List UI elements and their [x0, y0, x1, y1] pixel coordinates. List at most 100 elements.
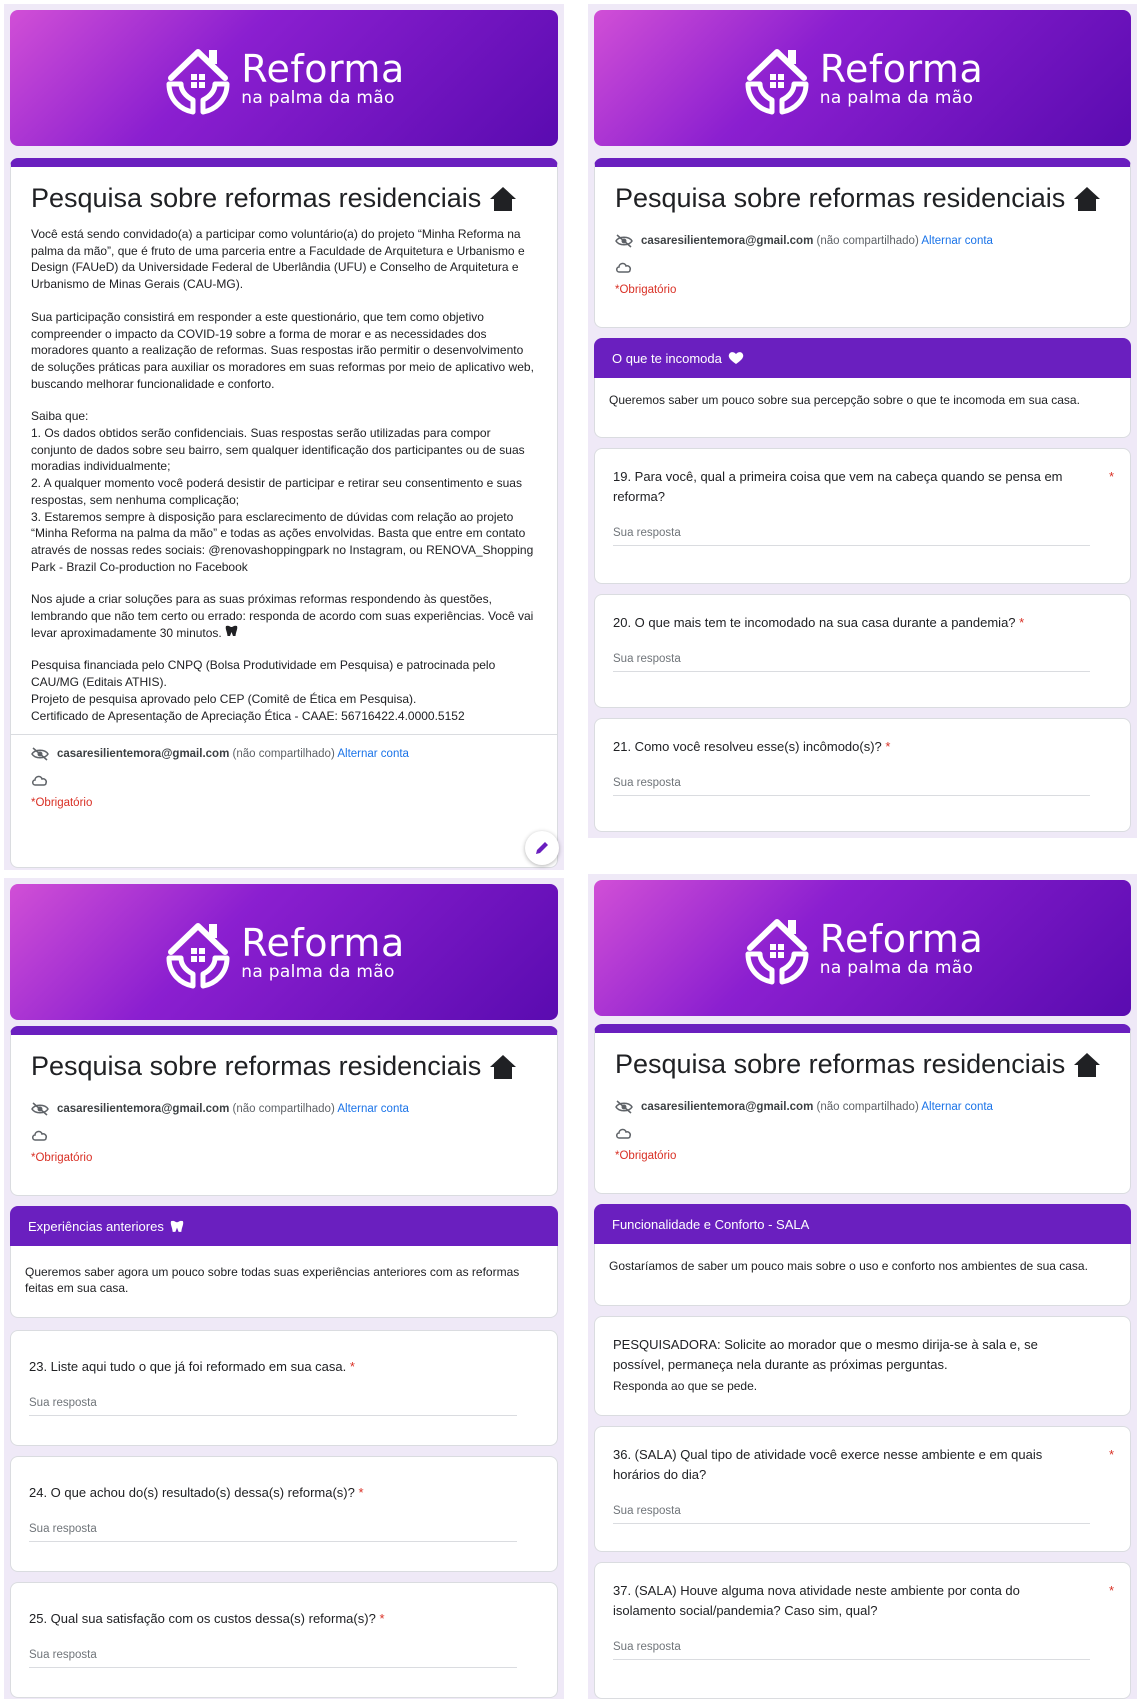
- answer-input-25[interactable]: Sua resposta: [29, 1649, 517, 1668]
- question-label: 25. Qual sua satisfação com os custos de…: [29, 1611, 385, 1626]
- answer-input-19[interactable]: Sua resposta: [613, 527, 1091, 546]
- account-email: casaresilientemora@gmail.com: [641, 235, 814, 247]
- question-label: 19. Para você, qual a primeira coisa que…: [613, 469, 1114, 504]
- form-title-card: Pesquisa sobre reformas residenciais Voc…: [10, 158, 558, 868]
- answer-input-37[interactable]: Sua resposta: [613, 1641, 1091, 1660]
- brand-title: Reforma: [819, 916, 984, 961]
- eye-off-icon: [31, 1102, 49, 1116]
- heart-icon: [728, 352, 744, 364]
- switch-account-link[interactable]: Alternar conta: [337, 1103, 409, 1115]
- form-title: Pesquisa sobre reformas residenciais: [595, 167, 1130, 214]
- brand-subtitle: na palma da mão: [241, 961, 395, 982]
- eye-off-icon: [615, 234, 633, 248]
- form-screenshot-intro: Reforma na palma da mão Pesquisa sobre re…: [4, 4, 564, 870]
- account-email: casaresilientemora@gmail.com: [57, 1103, 230, 1115]
- switch-account-link[interactable]: Alternar conta: [921, 235, 993, 247]
- question-label: 37. (SALA) Houve alguma nova atividade n…: [613, 1583, 1114, 1618]
- header-banner: Reforma na palma da mão: [594, 880, 1131, 1016]
- account-row: casaresilientemora@gmail.com (não compar…: [595, 214, 1130, 248]
- tooth-icon: [170, 1220, 184, 1232]
- brand-logo: Reforma na palma da mão: [742, 40, 983, 116]
- brand-subtitle: na palma da mão: [241, 87, 395, 108]
- house-icon: [490, 186, 517, 211]
- section-description: Queremos saber um pouco sobre sua percep…: [594, 378, 1131, 438]
- account-row: casaresilientemora@gmail.com (não compar…: [11, 1082, 557, 1116]
- account-email: casaresilientemora@gmail.com: [57, 748, 230, 761]
- question-card-19: 19. Para você, qual a primeira coisa que…: [594, 448, 1131, 584]
- house-icon: [1074, 1052, 1101, 1077]
- question-label: 20. O que mais tem te incomodado na sua …: [613, 615, 1025, 630]
- required-note: *Obrigatório: [31, 797, 93, 810]
- question-card-37: 37. (SALA) Houve alguma nova atividade n…: [594, 1562, 1131, 1699]
- tooth-icon: [225, 625, 238, 636]
- researcher-note-sub: Responda ao que se pede.: [613, 1379, 758, 1393]
- brand-subtitle: na palma da mão: [819, 957, 974, 978]
- researcher-note: PESQUISADORA: Solicite ao morador que o …: [613, 1337, 1038, 1372]
- account-row: casaresilientemora@gmail.com (não compar…: [11, 735, 557, 761]
- required-star: *: [1108, 1583, 1114, 1598]
- cloud-save-icon: [11, 761, 557, 791]
- switch-account-link[interactable]: Alternar conta: [337, 748, 409, 760]
- researcher-note-card: PESQUISADORA: Solicite ao morador que o …: [594, 1316, 1131, 1416]
- form-title-card: Pesquisa sobre reformas residenciais cas…: [10, 1026, 558, 1196]
- question-card-23: 23. Liste aqui tudo o que já foi reforma…: [10, 1330, 558, 1446]
- form-screenshot-incomoda: Reforma na palma da mão Pesquisa sobre re…: [588, 4, 1137, 838]
- form-screenshot-sala: Reforma na palma da mão Pesquisa sobre re…: [588, 874, 1137, 1699]
- brand-title: Reforma: [241, 46, 405, 91]
- answer-input-23[interactable]: Sua resposta: [29, 1397, 517, 1416]
- section-description: Gostaríamos de saber um pouco mais sobre…: [594, 1244, 1131, 1306]
- required-note: *Obrigatório: [615, 284, 677, 296]
- required-star: *: [885, 739, 891, 754]
- house-hands-logo-icon: [166, 49, 230, 115]
- required-star: *: [1019, 615, 1025, 630]
- question-card-21: 21. Como você resolveu esse(s) incômodo(…: [594, 718, 1131, 832]
- form-title: Pesquisa sobre reformas residenciais: [11, 167, 557, 214]
- eye-off-icon: [615, 1100, 633, 1114]
- question-card-20: 20. O que mais tem te incomodado na sua …: [594, 594, 1131, 708]
- answer-input-21[interactable]: Sua resposta: [613, 777, 1091, 796]
- cloud-save-icon: [595, 248, 1130, 278]
- house-hands-logo-icon: [745, 49, 809, 115]
- header-banner: Reforma na palma da mão: [594, 10, 1131, 146]
- brand-logo: Reforma na palma da mão: [163, 40, 404, 116]
- form-description: Você está sendo convidado(a) a participa…: [31, 227, 534, 723]
- question-label: 23. Liste aqui tudo o que já foi reforma…: [29, 1359, 355, 1374]
- question-card-25: 25. Qual sua satisfação com os custos de…: [10, 1582, 558, 1698]
- form-title: Pesquisa sobre reformas residenciais: [595, 1033, 1130, 1080]
- brand-logo: Reforma na palma da mão: [163, 914, 404, 990]
- section-description: Queremos saber agora um pouco sobre toda…: [10, 1246, 558, 1318]
- house-hands-logo-icon: [166, 923, 230, 989]
- answer-input-24[interactable]: Sua resposta: [29, 1523, 517, 1542]
- answer-input-20[interactable]: Sua resposta: [613, 653, 1091, 672]
- section-header-sala: Funcionalidade e Conforto - SALA: [594, 1204, 1131, 1244]
- form-title-card: Pesquisa sobre reformas residenciais cas…: [594, 158, 1131, 328]
- question-label: 21. Como você resolveu esse(s) incômodo(…: [613, 739, 891, 754]
- question-card-36: 36. (SALA) Qual tipo de atividade você e…: [594, 1426, 1131, 1552]
- required-note: *Obrigatório: [31, 1152, 93, 1164]
- required-star: *: [1108, 469, 1114, 484]
- switch-account-link[interactable]: Alternar conta: [921, 1101, 993, 1113]
- account-row: casaresilientemora@gmail.com (não compar…: [595, 1080, 1130, 1114]
- edit-fab-button[interactable]: [525, 831, 559, 865]
- required-star: *: [349, 1359, 355, 1374]
- section-header-incomoda: O que te incomoda: [594, 338, 1131, 378]
- house-hands-logo-icon: [745, 919, 809, 985]
- cloud-save-icon: [11, 1116, 557, 1146]
- brand-title: Reforma: [241, 920, 405, 965]
- answer-input-36[interactable]: Sua resposta: [613, 1505, 1091, 1524]
- section-header-experiencias: Experiências anteriores: [10, 1206, 558, 1246]
- brand-title: Reforma: [819, 46, 984, 91]
- required-star: *: [379, 1611, 385, 1626]
- brand-logo: Reforma na palma da mão: [742, 910, 983, 986]
- account-email: casaresilientemora@gmail.com: [641, 1101, 814, 1113]
- eye-off-icon: [31, 747, 49, 761]
- question-card-24: 24. O que achou do(s) resultado(s) dessa…: [10, 1456, 558, 1572]
- question-label: 36. (SALA) Qual tipo de atividade você e…: [613, 1447, 1114, 1482]
- required-star: *: [1108, 1447, 1114, 1462]
- required-star: *: [358, 1485, 364, 1500]
- form-title-card: Pesquisa sobre reformas residenciais cas…: [594, 1024, 1131, 1194]
- question-label: 24. O que achou do(s) resultado(s) dessa…: [29, 1485, 364, 1500]
- house-icon: [1074, 186, 1101, 211]
- pencil-icon: [536, 842, 548, 854]
- required-note: *Obrigatório: [615, 1150, 677, 1162]
